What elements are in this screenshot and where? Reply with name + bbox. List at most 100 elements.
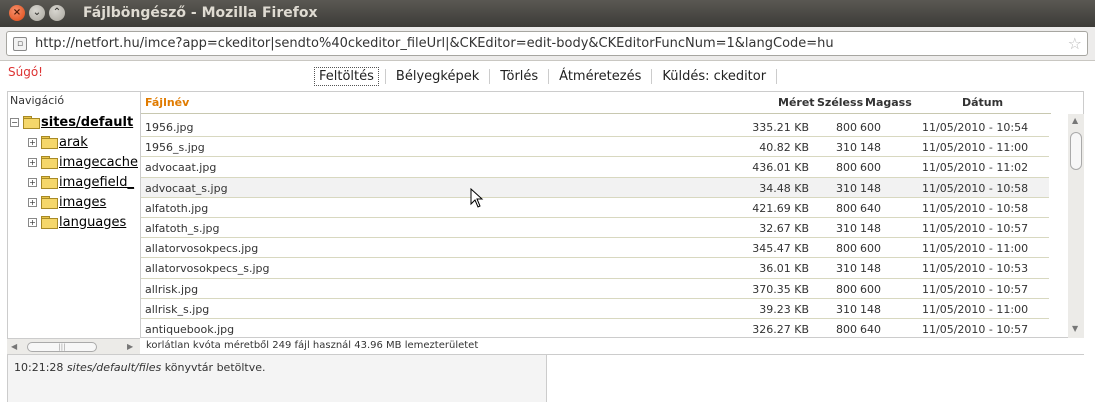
file-width-cell: 800 xyxy=(836,121,857,134)
file-size-cell: 32.67 KB xyxy=(759,221,809,235)
send-to-op[interactable]: Küldés: ckeditor xyxy=(658,68,770,85)
table-row[interactable]: 1956_s.jpg 40.82 KB 310 148 11/05/2010 - 11:… xyxy=(141,137,1049,158)
log-panel: 10:21:28 sites/default/files könyvtár be… xyxy=(7,354,547,402)
file-name-cell: allatorvosokpecs.jpg xyxy=(145,242,259,256)
file-date-cell: 11/05/2010 - 10:57 xyxy=(922,282,1029,296)
table-row[interactable]: allrisk_s.jpg 39.23 KB 310 148 11/05/2010 - … xyxy=(141,299,1049,319)
quota-status: korlátlan kvóta méretből 249 fájl haszná… xyxy=(146,340,479,351)
scroll-right-icon[interactable]: ▶ xyxy=(127,342,133,351)
file-height-cell: 640 xyxy=(860,322,881,336)
scroll-down-icon[interactable]: ▼ xyxy=(1072,324,1078,333)
scroll-thumb[interactable] xyxy=(1070,132,1082,170)
tree-node-imagefield[interactable]: + imagefield_ xyxy=(28,172,138,192)
file-height-cell: 148 xyxy=(860,262,881,276)
navigation-pane: Navigáció − sites/default + arak + image… xyxy=(7,91,140,354)
file-list-header: Fájlnév Méret Széless Magass Dátum xyxy=(141,92,1051,114)
tree-node-root[interactable]: − sites/default xyxy=(10,112,138,132)
col-header-size[interactable]: Méret xyxy=(778,96,815,109)
file-width-cell: 310 xyxy=(836,181,857,195)
tree-label[interactable]: images xyxy=(59,195,106,210)
tree-label[interactable]: arak xyxy=(59,135,88,150)
log-message: 10:21:28 sites/default/files könyvtár be… xyxy=(14,361,266,374)
scroll-thumb[interactable]: ||| xyxy=(27,342,97,352)
site-identity-icon[interactable]: ▫ xyxy=(13,37,27,51)
table-row[interactable]: advocaat_s.jpg 34.48 KB 310 148 11/05/2010 -… xyxy=(141,177,1049,198)
table-row[interactable]: alfatoth_s.jpg 32.67 KB 310 148 11/05/2010 -… xyxy=(141,218,1049,239)
bookmark-star-icon[interactable]: ☆ xyxy=(1068,34,1082,53)
file-height-cell: 148 xyxy=(860,181,881,195)
folder-icon xyxy=(41,216,58,229)
tree-label[interactable]: languages xyxy=(59,215,126,230)
file-height-cell: 600 xyxy=(860,282,881,296)
file-name-cell: antiquebook.jpg xyxy=(145,322,235,336)
file-date-cell: 11/05/2010 - 10:58 xyxy=(922,201,1029,215)
table-row[interactable]: allatorvosokpecs.jpg 345.47 KB 800 600 11/05… xyxy=(141,238,1049,259)
table-row[interactable]: advocaat.jpg 436.01 KB 800 600 11/05/2010 - … xyxy=(141,157,1049,178)
col-header-height[interactable]: Magass xyxy=(865,96,912,109)
file-size-cell: 345.47 KB xyxy=(752,242,809,256)
divider xyxy=(776,69,778,84)
file-width-cell: 310 xyxy=(836,221,857,235)
folder-tree: − sites/default + arak + imagecache + im… xyxy=(10,112,138,232)
tree-node-imagecache[interactable]: + imagecache xyxy=(28,152,138,172)
thumbnails-op[interactable]: Bélyegképek xyxy=(392,68,483,85)
close-icon[interactable]: × xyxy=(9,5,25,21)
tree-label[interactable]: imagefield_ xyxy=(59,175,134,190)
url-text[interactable]: http://netfort.hu/imce?app=ckeditor|send… xyxy=(35,36,834,51)
col-header-name[interactable]: Fájlnév xyxy=(145,96,189,109)
file-name-cell: advocaat_s.jpg xyxy=(145,181,228,195)
scroll-up-icon[interactable]: ▲ xyxy=(1072,116,1078,125)
file-date-cell: 11/05/2010 - 11:00 xyxy=(922,242,1029,256)
file-size-cell: 326.27 KB xyxy=(752,322,809,336)
file-size-cell: 335.21 KB xyxy=(752,121,809,134)
collapse-icon[interactable]: − xyxy=(10,117,19,127)
tree-node-images[interactable]: + images xyxy=(28,192,138,212)
folder-icon xyxy=(41,136,58,149)
file-size-cell: 36.01 KB xyxy=(759,262,809,276)
file-width-cell: 310 xyxy=(836,141,857,155)
scroll-left-icon[interactable]: ◀ xyxy=(11,342,17,351)
expand-icon[interactable]: + xyxy=(28,137,37,147)
file-name-cell: allatorvosokpecs_s.jpg xyxy=(145,262,270,276)
file-height-cell: 600 xyxy=(860,121,881,134)
minimize-icon[interactable]: ⌄ xyxy=(29,5,45,21)
window-titlebar: × ⌄ ⌃ Fájlböngésző - Mozilla Firefox xyxy=(0,0,1095,27)
tree-node-languages[interactable]: + languages xyxy=(28,212,138,232)
file-width-cell: 800 xyxy=(836,282,857,296)
folder-icon xyxy=(23,116,40,129)
file-width-cell: 800 xyxy=(836,161,857,175)
navigation-toolbar: ▫ http://netfort.hu/imce?app=ckeditor|se… xyxy=(0,27,1095,61)
help-link[interactable]: Súgó! xyxy=(8,65,43,79)
resize-op[interactable]: Átméretezés xyxy=(555,68,645,85)
maximize-icon[interactable]: ⌃ xyxy=(49,5,65,21)
tree-label-root[interactable]: sites/default xyxy=(41,115,133,130)
table-row[interactable]: alfatoth.jpg 421.69 KB 800 640 11/05/2010 - … xyxy=(141,198,1049,218)
file-size-cell: 39.23 KB xyxy=(759,302,809,316)
expand-icon[interactable]: + xyxy=(28,217,37,227)
expand-icon[interactable]: + xyxy=(28,177,37,187)
delete-op[interactable]: Törlés xyxy=(496,68,542,85)
mouse-cursor-icon xyxy=(470,188,484,208)
file-width-cell: 310 xyxy=(836,302,857,316)
table-row[interactable]: antiquebook.jpg 326.27 KB 800 640 11/05/2010… xyxy=(141,319,1049,337)
file-width-cell: 800 xyxy=(836,322,857,336)
table-row[interactable]: allrisk.jpg 370.35 KB 800 600 11/05/2010 - 1… xyxy=(141,279,1049,299)
file-name-cell: alfatoth_s.jpg xyxy=(145,221,220,235)
expand-icon[interactable]: + xyxy=(28,197,37,207)
col-header-width[interactable]: Széless xyxy=(817,96,863,109)
file-width-cell: 800 xyxy=(836,242,857,256)
file-date-cell: 11/05/2010 - 10:54 xyxy=(922,121,1029,134)
table-row[interactable]: allatorvosokpecs_s.jpg 36.01 KB 310 148 11/0… xyxy=(141,258,1049,279)
col-header-date[interactable]: Dátum xyxy=(962,96,1003,109)
folder-icon xyxy=(41,156,58,169)
expand-icon[interactable]: + xyxy=(28,157,37,167)
tree-node-arak[interactable]: + arak xyxy=(28,132,138,152)
table-row[interactable]: 1956.jpg 335.21 KB 800 600 11/05/2010 - 10:5… xyxy=(141,117,1049,138)
log-text: könyvtár betöltve. xyxy=(164,361,266,374)
upload-op[interactable]: Feltöltés xyxy=(314,67,379,86)
url-field[interactable]: ▫ http://netfort.hu/imce?app=ckeditor|se… xyxy=(6,31,1088,56)
file-height-cell: 640 xyxy=(860,201,881,215)
tree-label[interactable]: imagecache xyxy=(59,155,138,170)
horizontal-scrollbar[interactable]: ◀ ||| ▶ xyxy=(7,338,140,354)
vertical-scrollbar[interactable]: ▲ ▼ xyxy=(1068,114,1084,338)
